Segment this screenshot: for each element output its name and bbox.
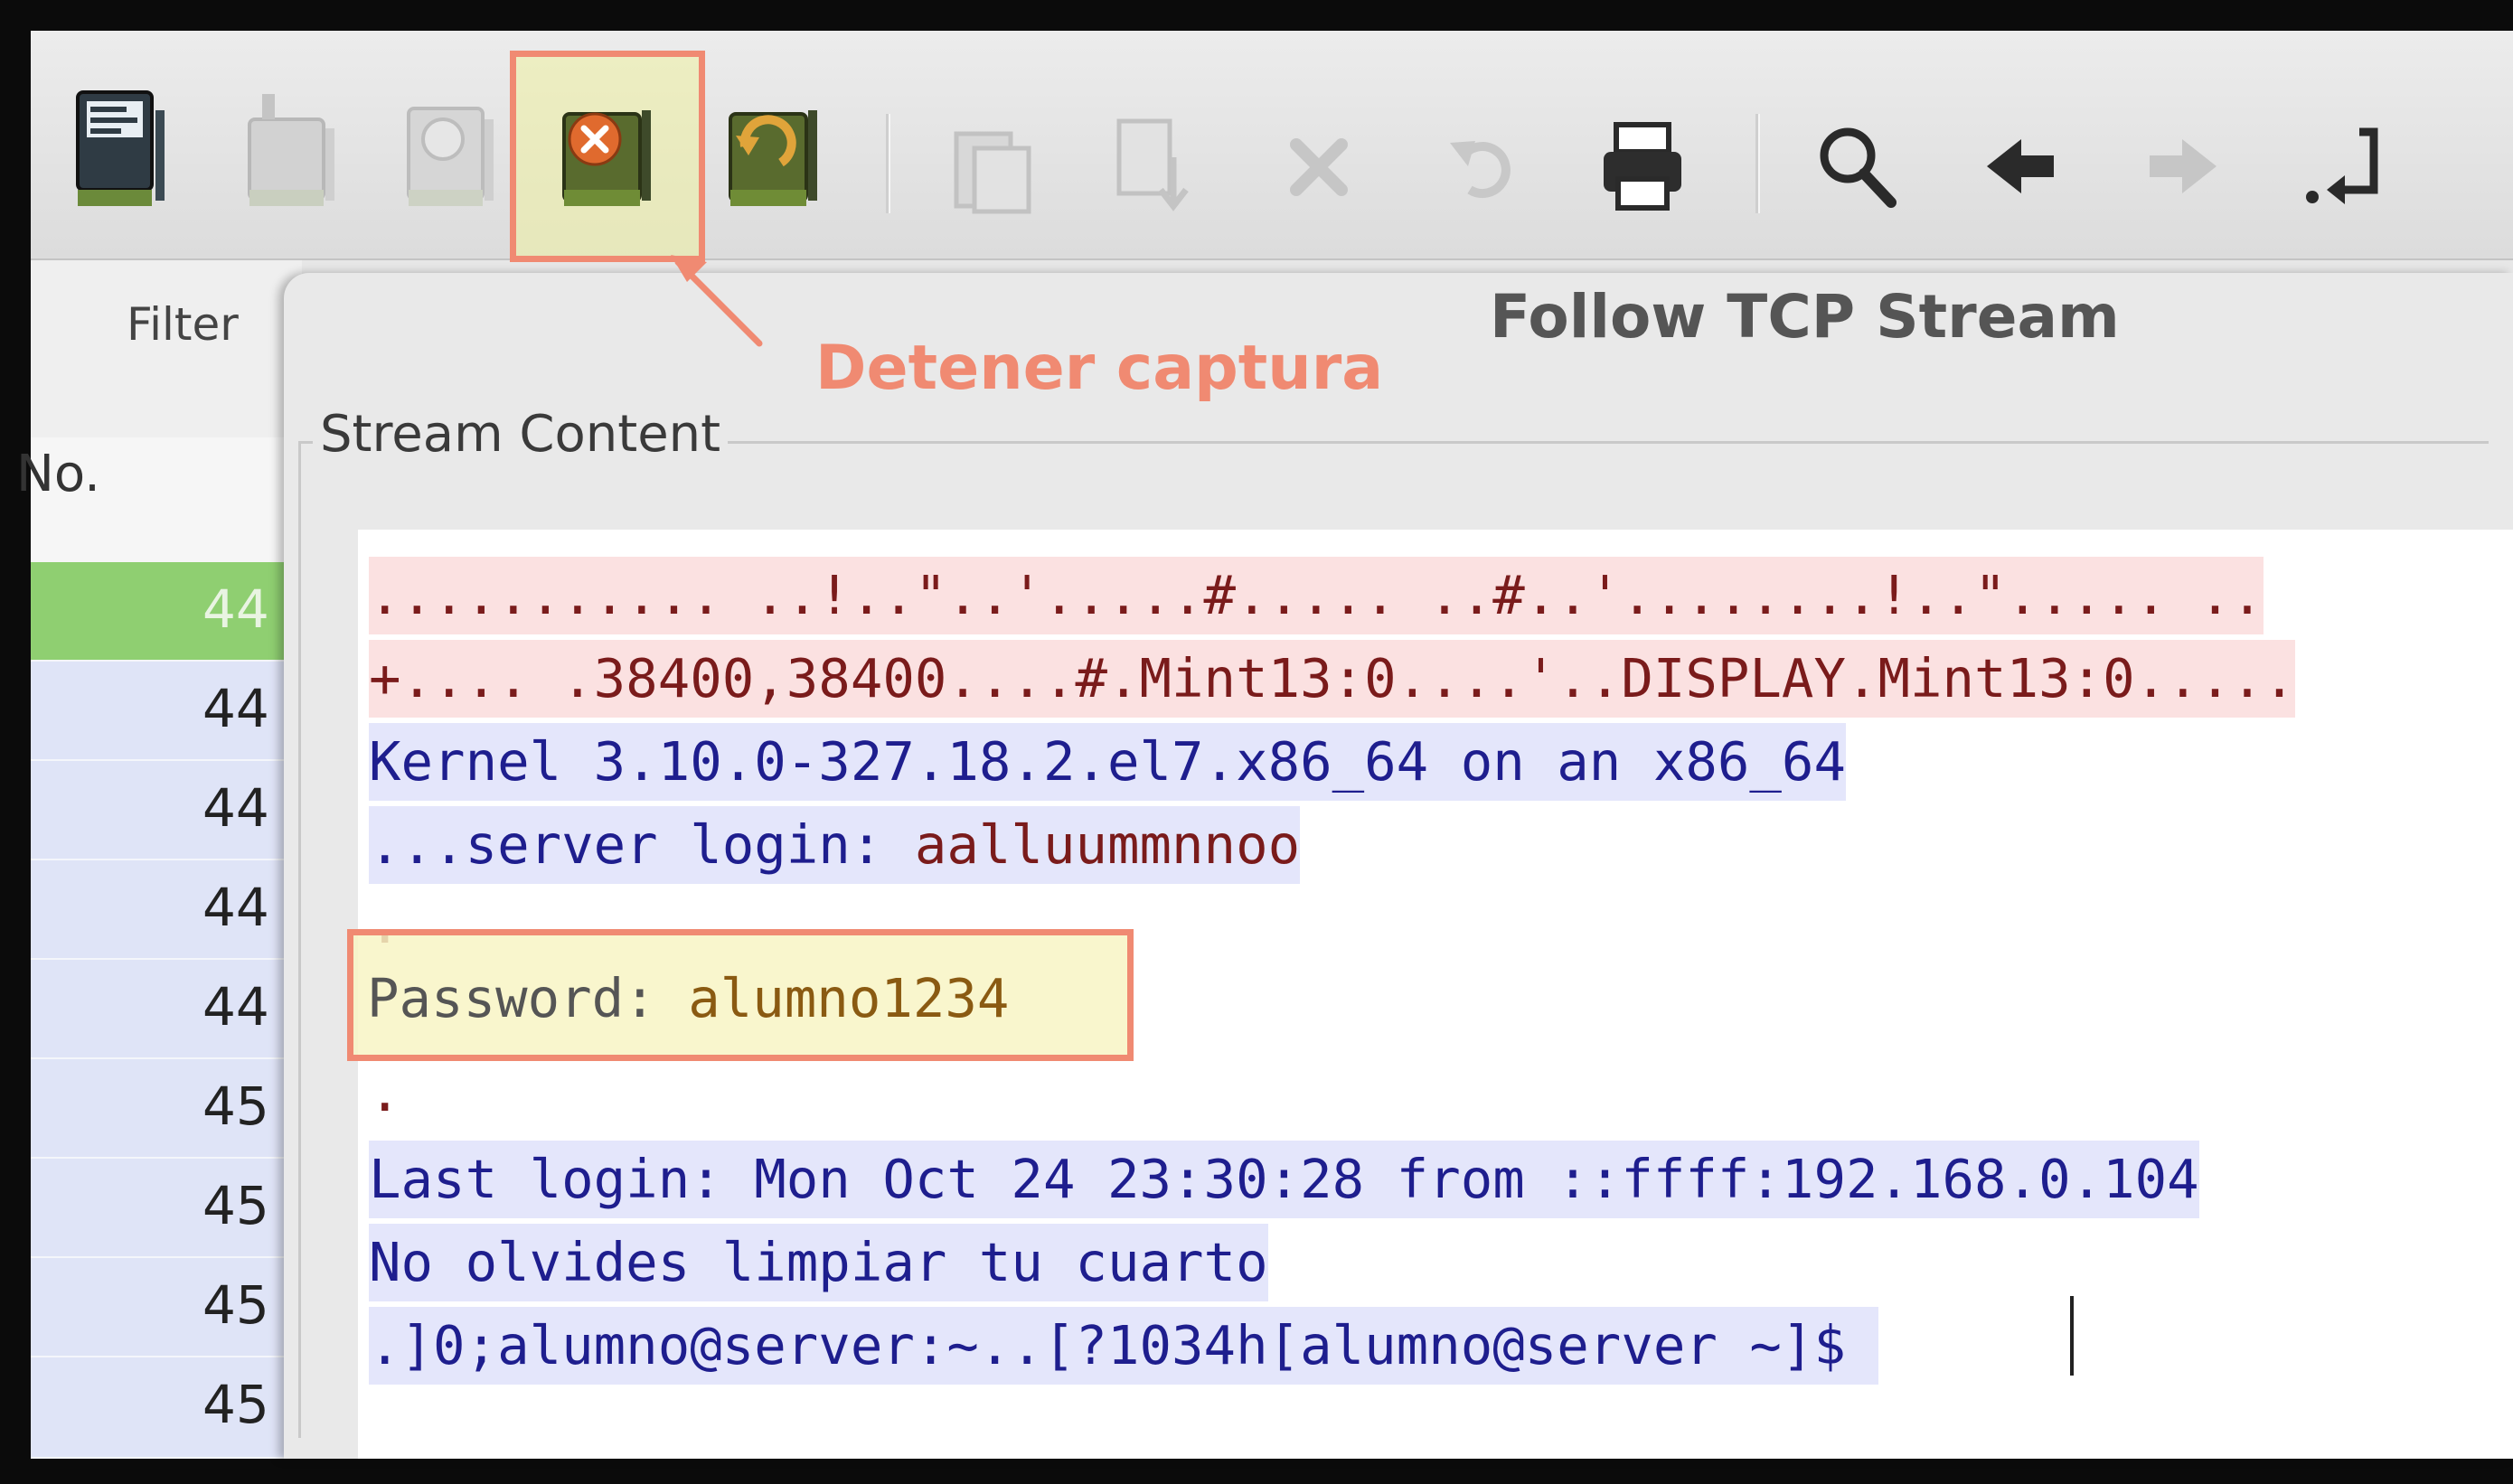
packet-number: 44 <box>202 976 269 1038</box>
filter-bar <box>31 260 302 441</box>
stream-line-server: No olvides limpiar tu cuarto <box>369 1224 1268 1301</box>
table-row[interactable]: 44 <box>31 562 293 662</box>
stream-line-login: ...server login: aalluummnnoo <box>369 806 1301 884</box>
options-icon[interactable] <box>230 83 347 219</box>
search-icon[interactable] <box>1808 112 1907 221</box>
table-row[interactable]: 45 <box>31 1357 293 1459</box>
stop-capture-icon[interactable] <box>551 83 669 219</box>
print-icon[interactable] <box>1593 112 1692 221</box>
filter-label: Filter <box>127 298 239 351</box>
password-prompt: Password: <box>367 967 689 1029</box>
packet-number: 44 <box>202 578 269 640</box>
interfaces-icon[interactable] <box>67 83 184 219</box>
table-row[interactable]: 45 <box>31 1258 293 1357</box>
text-cursor <box>2070 1296 2074 1376</box>
packet-number: 45 <box>202 1075 269 1137</box>
stream-line-client: ........... ..!.."..'.....#..... ..#..'.… <box>369 557 2264 634</box>
stream-line-prompt: .]0;alumno@server:~..[?1034h[alumno@serv… <box>369 1307 1878 1385</box>
start-capture-icon[interactable] <box>392 83 510 219</box>
annotation-arrow-icon <box>671 255 763 347</box>
toolbar-separator <box>886 114 890 213</box>
packet-number: 44 <box>202 777 269 839</box>
table-row[interactable]: 45 <box>31 1159 293 1258</box>
login-prompt: ...server login: <box>369 813 915 876</box>
annotation-label: Detener captura <box>815 333 1384 404</box>
password-value: alumno1234 <box>688 967 1010 1029</box>
restart-capture-icon[interactable] <box>718 83 835 219</box>
close-file-icon[interactable] <box>1269 112 1369 221</box>
stream-content-label: Stream Content <box>313 405 729 464</box>
table-row[interactable]: 45 <box>31 1059 293 1159</box>
stream-line-client: +.... .38400,38400....#.Mint13:0....'..D… <box>369 640 2296 718</box>
main-toolbar <box>31 31 2513 262</box>
forward-arrow-icon[interactable] <box>2133 112 2233 221</box>
stream-line-dot: . <box>369 1061 401 1123</box>
toolbar-separator <box>1755 114 1760 213</box>
stream-line-server: Last login: Mon Oct 24 23:30:28 from ::f… <box>369 1141 2199 1218</box>
packet-number: 45 <box>202 1274 269 1336</box>
stream-line-server: Kernel 3.10.0-327.18.2.el7.x86_64 on an … <box>369 723 1846 801</box>
reload-icon[interactable] <box>1432 112 1531 221</box>
table-row[interactable]: 44 <box>31 960 293 1059</box>
column-header-no[interactable]: No. <box>16 445 100 503</box>
packet-number: 45 <box>202 1374 269 1435</box>
back-arrow-icon[interactable] <box>1971 112 2070 221</box>
packet-number: 44 <box>202 877 269 938</box>
dialog-title: Follow TCP Stream <box>1490 282 2120 352</box>
save-file-icon[interactable] <box>1106 112 1206 221</box>
open-file-icon[interactable] <box>944 112 1043 221</box>
table-row[interactable]: 44 <box>31 860 293 960</box>
packet-number: 44 <box>202 678 269 739</box>
stream-line-password: Password: alumno1234 <box>367 960 1009 1038</box>
table-row[interactable]: 44 <box>31 761 293 860</box>
go-to-packet-icon[interactable] <box>2300 112 2399 221</box>
packet-number: 45 <box>202 1175 269 1236</box>
table-row[interactable]: 44 <box>31 662 293 761</box>
login-username: aalluummnnoo <box>914 813 1301 876</box>
